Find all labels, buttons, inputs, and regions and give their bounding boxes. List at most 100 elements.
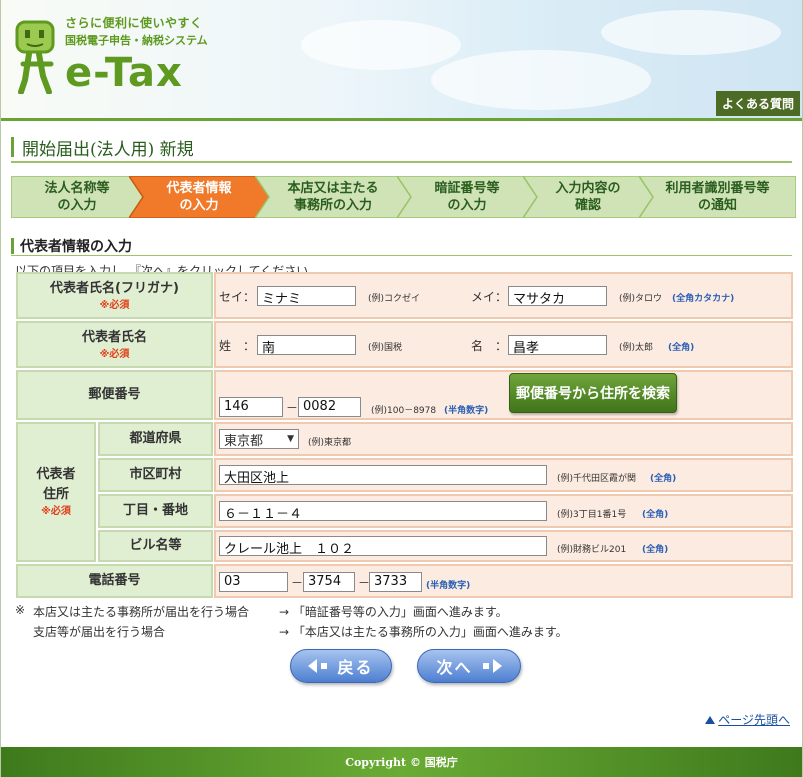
back-button-label: 戻る (337, 658, 374, 677)
step-head-office: 本店又は主たる 事務所の入力 (255, 176, 411, 218)
mei-kana-input[interactable]: マサタカ (508, 286, 607, 306)
prefecture-field-cell: 東京都 ▼ (例)東京都 (214, 422, 793, 456)
step-label: 代表者情報 の入力 (166, 181, 232, 213)
required-mark: ※必須 (99, 348, 130, 360)
arrow-right-icon (492, 659, 502, 673)
building-format-hint: (全角) (642, 545, 669, 555)
label-text: 丁目・番地 (122, 503, 188, 518)
required-mark: ※必須 (41, 506, 71, 517)
given-name-input[interactable]: 昌孝 (508, 335, 607, 355)
note-mark: ※ (15, 603, 26, 617)
phone-field-cell: 03 － 3754 － 3733 (半角数字) (214, 564, 793, 598)
etax-logo-text[interactable]: e-Tax (65, 50, 183, 96)
arrow-up-icon (705, 715, 716, 724)
label-text: 電話番号 (88, 573, 141, 588)
step-confirm: 入力内容の 確認 (523, 176, 653, 218)
step-label: 暗証番号等 の入力 (434, 181, 500, 213)
step-corporate-name: 法人名称等 の入力 (11, 176, 143, 218)
cloud-decoration (431, 50, 651, 110)
city-label: 市区町村 (98, 458, 213, 492)
prefecture-label: 都道府県 (98, 422, 213, 456)
mei-kana-label: メイ： (471, 290, 508, 304)
section-heading: 代表者情報の入力 (11, 236, 792, 256)
city-field-cell: 大田区池上 (例)千代田区霞が関 (全角) (214, 458, 793, 492)
zip-dash: － (286, 401, 299, 415)
step-notification: 利用者識別番号等 の通知 (639, 176, 796, 218)
arrow-left-icon (308, 659, 318, 673)
arrow-right-stem (482, 663, 489, 669)
note-case-branch: 支店等が届出を行う場合 (33, 625, 166, 639)
zip-example: (例)100－8978 (371, 406, 437, 416)
phone-dash: － (291, 576, 304, 590)
next-button[interactable]: 次へ (417, 649, 521, 683)
label-text: ビル名等 (129, 538, 182, 553)
street-input[interactable]: ６－１１－４ (219, 501, 547, 521)
label-text: 住所 (42, 487, 69, 502)
given-name-label: 名 ： (471, 339, 508, 353)
building-field-cell: クレール池上 １０２ (例)財務ビル201 (全角) (214, 530, 793, 562)
phone-exchange-input[interactable]: 3754 (303, 572, 355, 592)
sei-kana-example: (例)コクゼイ (368, 294, 421, 304)
header-subtitle: 国税電子申告・納税システム (65, 34, 208, 47)
zip-label: 郵便番号 (16, 370, 213, 420)
street-label: 丁目・番地 (98, 494, 213, 528)
footer-copyright: Copyright © 国税庁 (1, 747, 802, 777)
step-representative-info: 代表者情報 の入力 (129, 176, 269, 218)
cloud-decoration (601, 10, 781, 55)
zip-first-input[interactable]: 146 (219, 397, 283, 417)
prefecture-example: (例)東京都 (308, 438, 352, 448)
back-button[interactable]: 戻る (290, 649, 392, 683)
zip-second-input[interactable]: 0082 (298, 397, 361, 417)
sei-kana-input[interactable]: ミナミ (257, 286, 356, 306)
phone-label: 電話番号 (16, 564, 213, 598)
required-mark: ※必須 (99, 299, 130, 311)
section-title: 代表者情報の入力 (20, 238, 132, 255)
zip-search-button[interactable]: 郵便番号から住所を検索 (509, 373, 677, 413)
step-label: 法人名称等 の入力 (44, 181, 110, 213)
page-top-label: ページ先頭へ (718, 713, 790, 727)
header-divider (1, 118, 802, 121)
name-label: 代表者氏名 ※必須 (16, 321, 213, 368)
step-pin: 暗証番号等 の入力 (397, 176, 537, 218)
page-title-bar: 開始届出(法人用) 新規 (11, 133, 792, 163)
label-text: 都道府県 (129, 431, 182, 446)
zip-format-hint: (半角数字) (444, 406, 489, 416)
note-case-head-office: 本店又は主たる事務所が届出を行う場合 (33, 605, 250, 619)
page-title: 開始届出(法人用) 新規 (22, 139, 194, 160)
city-example: (例)千代田区霞が関 (557, 474, 637, 484)
name-field-cell: 姓 ： 南 (例)国税 名 ： 昌孝 (例)太郎 (全角) (214, 321, 793, 368)
zip-field-cell: 146 － 0082 (例)100－8978 (半角数字) (214, 370, 793, 420)
surname-label: 姓 ： (219, 339, 256, 353)
cloud-decoration (301, 20, 461, 70)
step-label: 入力内容の 確認 (555, 181, 621, 213)
city-input[interactable]: 大田区池上 (219, 465, 547, 485)
city-format-hint: (全角) (650, 474, 677, 484)
building-input[interactable]: クレール池上 １０２ (219, 536, 547, 556)
title-accent-bar (11, 137, 14, 157)
street-format-hint: (全角) (642, 510, 669, 520)
kana-format-hint: (全角カタカナ) (672, 294, 735, 304)
phone-format-hint: (半角数字) (426, 581, 471, 591)
site-header: さらに便利に使いやすく 国税電子申告・納税システム e-Tax よくある質問 (1, 0, 802, 118)
surname-example: (例)国税 (368, 343, 403, 353)
header-tagline: さらに便利に使いやすく (65, 16, 203, 30)
progress-steps: 法人名称等 の入力 代表者情報 の入力 本店又は主たる 事務所の入力 暗証番号等… (11, 176, 796, 218)
prefecture-selected-value: 東京都 (224, 433, 264, 449)
label-text: 代表者 (36, 467, 76, 482)
phone-number-input[interactable]: 3733 (369, 572, 422, 592)
mei-kana-example: (例)タロウ (619, 294, 663, 304)
building-example: (例)財務ビル201 (557, 545, 627, 555)
faq-button[interactable]: よくある質問 (715, 91, 800, 116)
given-name-example: (例)太郎 (619, 343, 654, 353)
kana-name-label: 代表者氏名(フリガナ) ※必須 (16, 272, 213, 319)
label-text: 代表者氏名(フリガナ) (50, 280, 179, 296)
phone-area-input[interactable]: 03 (219, 572, 288, 592)
page-top-link[interactable]: ページ先頭へ (705, 711, 790, 728)
page-frame: さらに便利に使いやすく 国税電子申告・納税システム e-Tax よくある質問 開… (0, 0, 803, 777)
label-text: 代表者氏名 (81, 329, 147, 345)
surname-input[interactable]: 南 (257, 335, 356, 355)
note-result-branch: → 「本店又は主たる事務所の入力」画面へ進みます。 (279, 625, 568, 639)
arrow-left-stem (321, 663, 328, 669)
prefecture-select[interactable]: 東京都 ▼ (219, 429, 299, 449)
step-label: 本店又は主たる 事務所の入力 (287, 181, 379, 213)
